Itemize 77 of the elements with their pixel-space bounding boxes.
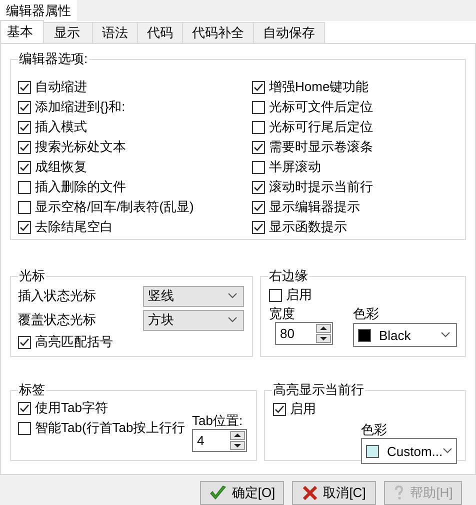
dropdown[interactable]: 方块	[143, 310, 244, 330]
checkbox-label: 启用	[290, 401, 316, 417]
checkbox[interactable]	[252, 220, 265, 234]
checkbox-label: 成组恢复	[35, 159, 87, 175]
checkbox-label: 滚动时提示当前行	[269, 179, 373, 195]
group-title: 光标	[18, 268, 46, 284]
field-label: 宽度	[269, 305, 296, 322]
checkbox[interactable]	[18, 402, 31, 414]
checkbox-label: 添加缩进到{}和:	[35, 99, 126, 115]
dialog-button[interactable]: 确定[O]	[200, 481, 284, 505]
checkbox[interactable]	[252, 120, 265, 134]
group-title: 标签	[18, 382, 46, 398]
checkbox-label: 需要时显示卷滚条	[269, 139, 373, 155]
chevron-down-icon	[442, 448, 452, 454]
group-title: 高亮显示当前行	[272, 382, 365, 398]
checkbox[interactable]	[18, 140, 31, 154]
window-title: 编辑器属性	[0, 0, 77, 21]
tab[interactable]: 语法	[92, 22, 138, 43]
group-title: 编辑器选项:	[18, 51, 89, 67]
tab[interactable]: 基本	[0, 20, 44, 43]
checkbox[interactable]	[18, 200, 31, 214]
spin-arrows-icon	[230, 431, 245, 450]
checkbox[interactable]	[18, 80, 31, 94]
question-mark-icon	[393, 485, 406, 501]
checkbox-label: 高亮匹配括号	[35, 334, 113, 350]
checkbox-label: 智能Tab(行首Tab按上行行	[35, 420, 186, 436]
checkbox[interactable]	[252, 180, 265, 194]
checkbox-label: 去除结尾空白	[35, 219, 113, 235]
checkbox[interactable]	[18, 336, 31, 348]
field-label: Tab位置:	[192, 412, 244, 429]
checkbox-label: 搜索光标处文本	[35, 139, 126, 155]
checkbox-label: 自动缩进	[35, 79, 87, 95]
checkbox-label: 半屏滚动	[269, 159, 321, 175]
checkbox-label: 增强Home键功能	[269, 79, 369, 95]
checkbox[interactable]	[18, 220, 31, 234]
checkbox-label: 显示编辑器提示	[269, 199, 360, 215]
chevron-down-icon	[228, 293, 237, 299]
field-label: 色彩	[353, 305, 380, 322]
checkbox[interactable]	[252, 140, 265, 154]
checkbox[interactable]	[252, 80, 265, 94]
chevron-down-icon	[441, 332, 450, 338]
field-label: 插入状态光标	[18, 287, 96, 305]
tab[interactable]: 代码	[137, 22, 183, 43]
checkbox-label: 光标可文件后定位	[269, 99, 373, 115]
dialog-button[interactable]: 取消[C]	[292, 481, 376, 505]
dropdown[interactable]: 竖线	[143, 286, 244, 306]
chevron-down-icon	[228, 317, 237, 323]
checkbox[interactable]	[252, 160, 265, 174]
dropdown[interactable]: Black	[353, 323, 457, 347]
checkbox[interactable]	[18, 100, 31, 114]
spin-box[interactable]: 4	[192, 429, 247, 452]
tab[interactable]: 显示	[43, 22, 93, 43]
checkbox-label: 插入删除的文件	[35, 179, 126, 195]
group-title: 右边缘	[268, 268, 309, 284]
checkbox[interactable]	[18, 120, 31, 134]
checkbox-label: 使用Tab字符	[35, 400, 108, 416]
field-label: 色彩	[361, 421, 388, 438]
checkbox[interactable]	[18, 180, 31, 194]
checkbox-label: 显示空格/回车/制表符(乱显)	[35, 199, 194, 215]
checkbox[interactable]	[252, 200, 265, 214]
checkbox[interactable]	[18, 422, 31, 434]
checkbox-label: 插入模式	[35, 119, 87, 135]
spin-box[interactable]: 80	[275, 322, 333, 345]
checkbox[interactable]	[252, 100, 265, 114]
dropdown[interactable]: Custom...	[361, 438, 457, 464]
checkbox[interactable]	[269, 288, 282, 302]
checkmark-icon	[208, 485, 227, 501]
checkbox-label: 显示函数提示	[269, 219, 347, 235]
checkbox[interactable]	[273, 402, 286, 416]
checkbox-label: 启用	[286, 287, 312, 303]
tab[interactable]: 自动保存	[253, 22, 325, 43]
field-label: 覆盖状态光标	[18, 311, 96, 329]
checkbox-label: 光标可行尾后定位	[269, 119, 373, 135]
tab[interactable]: 代码补全	[182, 22, 254, 43]
spin-arrows-icon	[316, 324, 331, 343]
checkbox[interactable]	[18, 160, 31, 174]
cross-icon	[302, 485, 318, 501]
